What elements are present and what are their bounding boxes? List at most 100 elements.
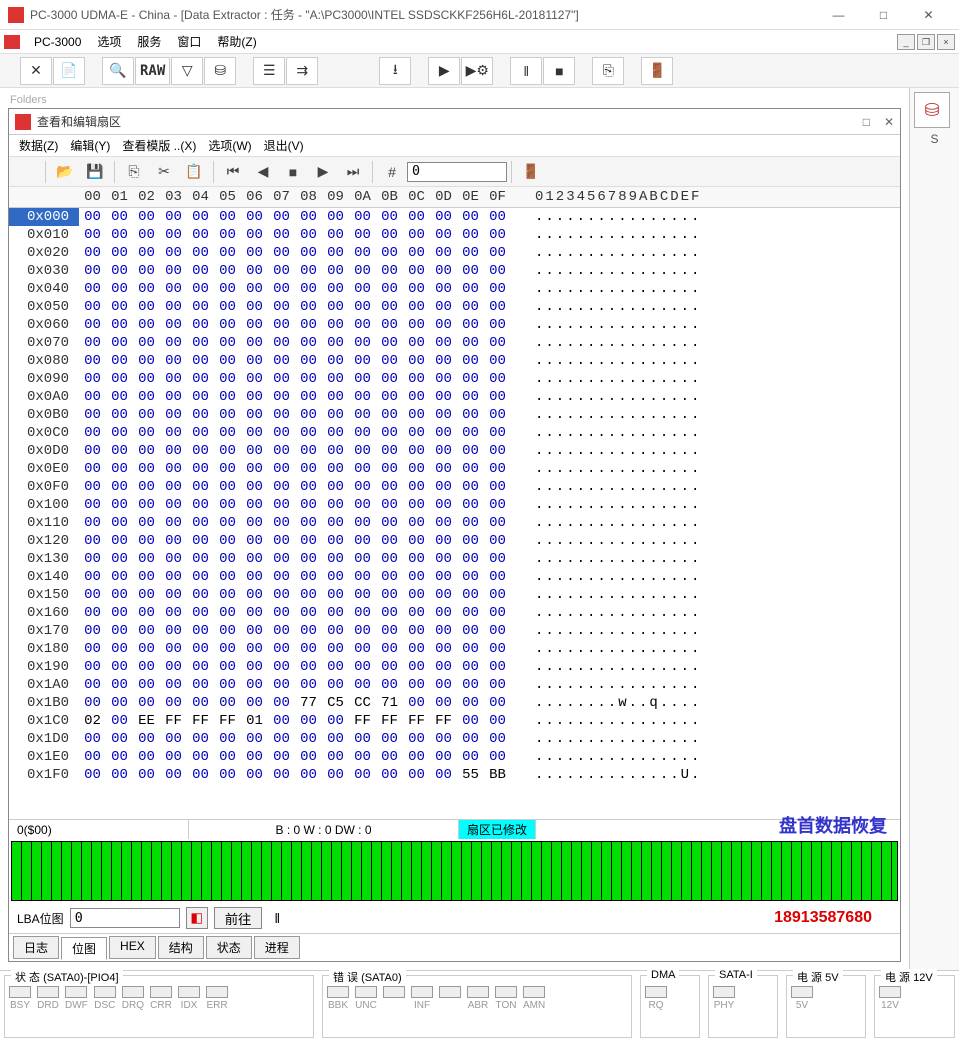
hex-byte[interactable]: 00 bbox=[484, 604, 511, 622]
hex-byte[interactable]: 00 bbox=[376, 226, 403, 244]
tab-状态[interactable]: 状态 bbox=[206, 936, 252, 959]
hex-row[interactable]: 0x02000000000000000000000000000000000...… bbox=[9, 244, 900, 262]
hex-byte[interactable]: 00 bbox=[160, 406, 187, 424]
hex-byte[interactable]: 00 bbox=[457, 550, 484, 568]
hex-byte[interactable]: 00 bbox=[322, 532, 349, 550]
hex-byte[interactable]: 00 bbox=[430, 604, 457, 622]
hex-byte[interactable]: 00 bbox=[349, 424, 376, 442]
pause2-icon[interactable]: ‖ bbox=[274, 910, 280, 926]
mdi-restore[interactable]: ❐ bbox=[917, 34, 935, 50]
hex-byte[interactable]: 00 bbox=[106, 406, 133, 424]
hex-byte[interactable]: 00 bbox=[268, 280, 295, 298]
hex-byte[interactable]: 00 bbox=[106, 730, 133, 748]
hex-byte[interactable]: 00 bbox=[484, 730, 511, 748]
mdi-minimize[interactable]: _ bbox=[897, 34, 915, 50]
hex-byte[interactable]: 00 bbox=[79, 496, 106, 514]
hex-byte[interactable]: 00 bbox=[376, 442, 403, 460]
hex-byte[interactable]: 00 bbox=[403, 766, 430, 784]
hex-byte[interactable]: C5 bbox=[322, 694, 349, 712]
menu-app[interactable]: PC-3000 bbox=[26, 33, 89, 51]
imenu-edit[interactable]: 编辑(Y) bbox=[64, 135, 116, 156]
hex-byte[interactable]: 00 bbox=[187, 226, 214, 244]
hex-byte[interactable]: 00 bbox=[79, 406, 106, 424]
hex-byte[interactable]: 00 bbox=[268, 640, 295, 658]
hex-byte[interactable]: 00 bbox=[106, 550, 133, 568]
hex-byte[interactable]: 00 bbox=[457, 352, 484, 370]
menu-window[interactable]: 窗口 bbox=[169, 31, 209, 52]
hex-byte[interactable]: 00 bbox=[160, 766, 187, 784]
hex-row[interactable]: 0x0B000000000000000000000000000000000...… bbox=[9, 406, 900, 424]
hex-byte[interactable]: 00 bbox=[295, 352, 322, 370]
hex-byte[interactable]: 00 bbox=[484, 586, 511, 604]
hex-byte[interactable]: 00 bbox=[295, 748, 322, 766]
hex-byte[interactable]: 00 bbox=[133, 370, 160, 388]
hex-byte[interactable]: FF bbox=[160, 712, 187, 730]
hex-byte[interactable]: 00 bbox=[295, 604, 322, 622]
hex-row[interactable]: 0x16000000000000000000000000000000000...… bbox=[9, 604, 900, 622]
hex-row[interactable]: 0x1D000000000000000000000000000000000...… bbox=[9, 730, 900, 748]
hex-byte[interactable]: 00 bbox=[457, 478, 484, 496]
hex-byte[interactable]: 00 bbox=[295, 496, 322, 514]
hex-byte[interactable]: 00 bbox=[133, 280, 160, 298]
hex-row[interactable]: 0x0C000000000000000000000000000000000...… bbox=[9, 424, 900, 442]
hex-byte[interactable]: 00 bbox=[376, 532, 403, 550]
hex-byte[interactable]: 00 bbox=[457, 496, 484, 514]
hex-byte[interactable]: 00 bbox=[160, 676, 187, 694]
hex-byte[interactable]: 00 bbox=[295, 514, 322, 532]
hex-byte[interactable]: 00 bbox=[268, 622, 295, 640]
hex-byte[interactable]: 00 bbox=[430, 280, 457, 298]
hex-byte[interactable]: 00 bbox=[160, 262, 187, 280]
hex-byte[interactable]: 00 bbox=[430, 442, 457, 460]
hex-byte[interactable]: 00 bbox=[430, 406, 457, 424]
hex-byte[interactable]: 00 bbox=[268, 748, 295, 766]
hex-byte[interactable]: 00 bbox=[106, 352, 133, 370]
prev-icon[interactable]: ◀ bbox=[248, 159, 278, 185]
imenu-exit[interactable]: 退出(V) bbox=[258, 135, 310, 156]
hex-byte[interactable]: 00 bbox=[79, 532, 106, 550]
hex-byte[interactable]: 00 bbox=[214, 316, 241, 334]
hex-byte[interactable]: 00 bbox=[160, 280, 187, 298]
hex-byte[interactable]: 00 bbox=[349, 352, 376, 370]
hex-byte[interactable]: FF bbox=[430, 712, 457, 730]
hex-byte[interactable]: 00 bbox=[214, 226, 241, 244]
paste-icon[interactable]: 📋 bbox=[179, 159, 209, 185]
hex-byte[interactable]: 00 bbox=[322, 262, 349, 280]
hex-byte[interactable]: 00 bbox=[457, 604, 484, 622]
hex-byte[interactable]: 00 bbox=[79, 586, 106, 604]
imenu-templates[interactable]: 查看模版 ..(X) bbox=[116, 135, 202, 156]
hex-byte[interactable]: 00 bbox=[133, 604, 160, 622]
hex-byte[interactable]: 00 bbox=[106, 424, 133, 442]
hex-byte[interactable]: 00 bbox=[403, 676, 430, 694]
hex-byte[interactable]: 00 bbox=[160, 496, 187, 514]
hex-byte[interactable]: 00 bbox=[484, 640, 511, 658]
hex-byte[interactable]: 00 bbox=[106, 622, 133, 640]
hex-byte[interactable]: 00 bbox=[484, 694, 511, 712]
hex-byte[interactable]: 00 bbox=[295, 262, 322, 280]
hex-byte[interactable]: 00 bbox=[295, 568, 322, 586]
hex-byte[interactable]: 00 bbox=[349, 568, 376, 586]
hex-byte[interactable]: 00 bbox=[133, 388, 160, 406]
hex-byte[interactable]: 00 bbox=[214, 532, 241, 550]
hex-byte[interactable]: 00 bbox=[187, 568, 214, 586]
hex-byte[interactable]: 00 bbox=[430, 586, 457, 604]
hex-byte[interactable]: 00 bbox=[295, 208, 322, 226]
hex-byte[interactable]: 00 bbox=[241, 622, 268, 640]
hex-byte[interactable]: 00 bbox=[160, 424, 187, 442]
hex-byte[interactable]: 00 bbox=[187, 658, 214, 676]
hex-byte[interactable]: 00 bbox=[403, 514, 430, 532]
hex-byte[interactable]: 00 bbox=[187, 406, 214, 424]
tree-icon[interactable]: ⇉ bbox=[286, 57, 318, 85]
hex-byte[interactable]: 00 bbox=[160, 460, 187, 478]
hex-byte[interactable]: 00 bbox=[79, 442, 106, 460]
hex-byte[interactable]: 00 bbox=[403, 568, 430, 586]
hex-byte[interactable]: 00 bbox=[295, 406, 322, 424]
hex-byte[interactable]: 00 bbox=[160, 514, 187, 532]
hex-byte[interactable]: 00 bbox=[349, 226, 376, 244]
hex-byte[interactable]: EE bbox=[133, 712, 160, 730]
hex-byte[interactable]: 00 bbox=[268, 550, 295, 568]
hex-byte[interactable]: 00 bbox=[106, 262, 133, 280]
hex-byte[interactable]: 00 bbox=[241, 586, 268, 604]
hex-byte[interactable]: 00 bbox=[268, 334, 295, 352]
hex-byte[interactable]: 00 bbox=[430, 676, 457, 694]
hex-byte[interactable]: 00 bbox=[484, 478, 511, 496]
